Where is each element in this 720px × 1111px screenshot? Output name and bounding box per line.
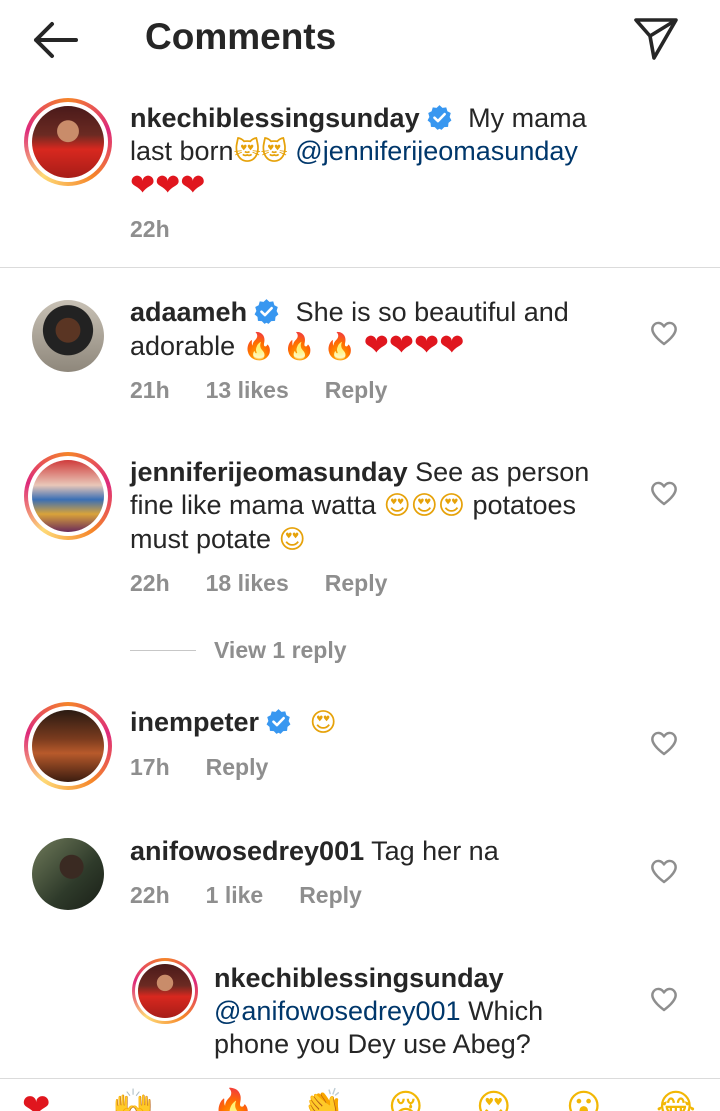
reply-username[interactable]: nkechiblessingsunday bbox=[214, 963, 504, 993]
emoji-quick-bar: ❤ 🙌 🔥 👏 😢 😍 😮 😂 bbox=[0, 1078, 720, 1111]
emoji-button[interactable]: ❤ bbox=[22, 1087, 51, 1111]
comment-text: anifowosedrey001 Tag her na bbox=[130, 836, 499, 866]
reply-avatar[interactable] bbox=[132, 958, 198, 1024]
avatar-adaameh[interactable] bbox=[32, 300, 104, 372]
view-replies-link[interactable]: View 1 reply bbox=[214, 637, 347, 664]
send-icon[interactable] bbox=[632, 14, 680, 62]
view-replies-line bbox=[130, 650, 196, 651]
comment-username[interactable]: jenniferijeomasunday bbox=[130, 457, 408, 487]
mention-link[interactable]: @anifowosedrey001 bbox=[214, 996, 461, 1026]
heart-outline-icon[interactable] bbox=[650, 858, 678, 884]
reply-button[interactable]: Reply bbox=[325, 377, 388, 403]
avatar-inempeter[interactable] bbox=[24, 702, 112, 790]
emoji-button[interactable]: 😢 bbox=[388, 1087, 423, 1111]
avatar-jenniferijeomasunday[interactable] bbox=[24, 452, 112, 540]
reply-button[interactable]: Reply bbox=[206, 754, 269, 780]
heart-outline-icon[interactable] bbox=[650, 320, 678, 346]
comment-username[interactable]: adaameh bbox=[130, 297, 247, 327]
comment-likes[interactable]: 1 like bbox=[206, 882, 264, 908]
top-bar: Comments bbox=[0, 0, 720, 80]
verified-badge-icon bbox=[427, 105, 452, 130]
reply-text: nkechiblessingsunday @anifowosedrey001 W… bbox=[214, 963, 544, 1059]
comment-time: 17h bbox=[130, 754, 170, 780]
comment-time: 22h bbox=[130, 882, 170, 908]
page-title: Comments bbox=[145, 16, 337, 57]
caption-avatar[interactable] bbox=[24, 98, 112, 186]
heart-outline-icon[interactable] bbox=[650, 730, 678, 756]
comment-text: inempeter 😍 bbox=[130, 707, 337, 738]
emoji-button[interactable]: 🔥 bbox=[212, 1087, 254, 1111]
emoji-button[interactable]: 👏 bbox=[302, 1087, 344, 1111]
mention-link[interactable]: @jenniferijeomasunday bbox=[295, 136, 578, 166]
comment-username[interactable]: inempeter bbox=[130, 707, 259, 737]
verified-badge-icon bbox=[266, 709, 291, 734]
comment-username[interactable]: anifowosedrey001 bbox=[130, 836, 364, 866]
reply-button[interactable]: Reply bbox=[299, 882, 362, 908]
emoji-button[interactable]: 😂 bbox=[656, 1087, 696, 1111]
reply-button[interactable]: Reply bbox=[325, 570, 388, 596]
avatar-anifowosedrey001[interactable] bbox=[32, 838, 104, 910]
comment-meta: 17h Reply bbox=[130, 754, 304, 781]
heart-outline-icon[interactable] bbox=[650, 480, 678, 506]
heart-outline-icon[interactable] bbox=[650, 986, 678, 1012]
caption-time: 22h bbox=[130, 216, 170, 242]
emoji-button[interactable]: 😮 bbox=[566, 1087, 601, 1111]
caption-text: nkechiblessingsunday My mama last born😻😻… bbox=[130, 103, 587, 203]
comment-time: 21h bbox=[130, 377, 170, 403]
verified-badge-icon bbox=[254, 299, 279, 324]
comment-meta: 22h 18 likes Reply bbox=[130, 570, 423, 597]
caption-meta: 22h bbox=[130, 216, 206, 243]
emoji-button[interactable]: 😍 bbox=[476, 1087, 511, 1111]
comment-meta: 22h 1 like Reply bbox=[130, 882, 398, 909]
caption-username[interactable]: nkechiblessingsunday bbox=[130, 103, 420, 133]
comment-text: adaameh She is so beautiful and adorable… bbox=[130, 297, 569, 363]
caption-divider bbox=[0, 267, 720, 268]
comment-likes[interactable]: 13 likes bbox=[206, 377, 289, 403]
back-arrow-icon[interactable] bbox=[28, 18, 84, 62]
emoji-button[interactable]: 🙌 bbox=[112, 1087, 154, 1111]
comment-time: 22h bbox=[130, 570, 170, 596]
comment-text: jenniferijeomasunday See as person fine … bbox=[130, 457, 590, 555]
comment-likes[interactable]: 18 likes bbox=[206, 570, 289, 596]
comment-meta: 21h 13 likes Reply bbox=[130, 377, 423, 404]
